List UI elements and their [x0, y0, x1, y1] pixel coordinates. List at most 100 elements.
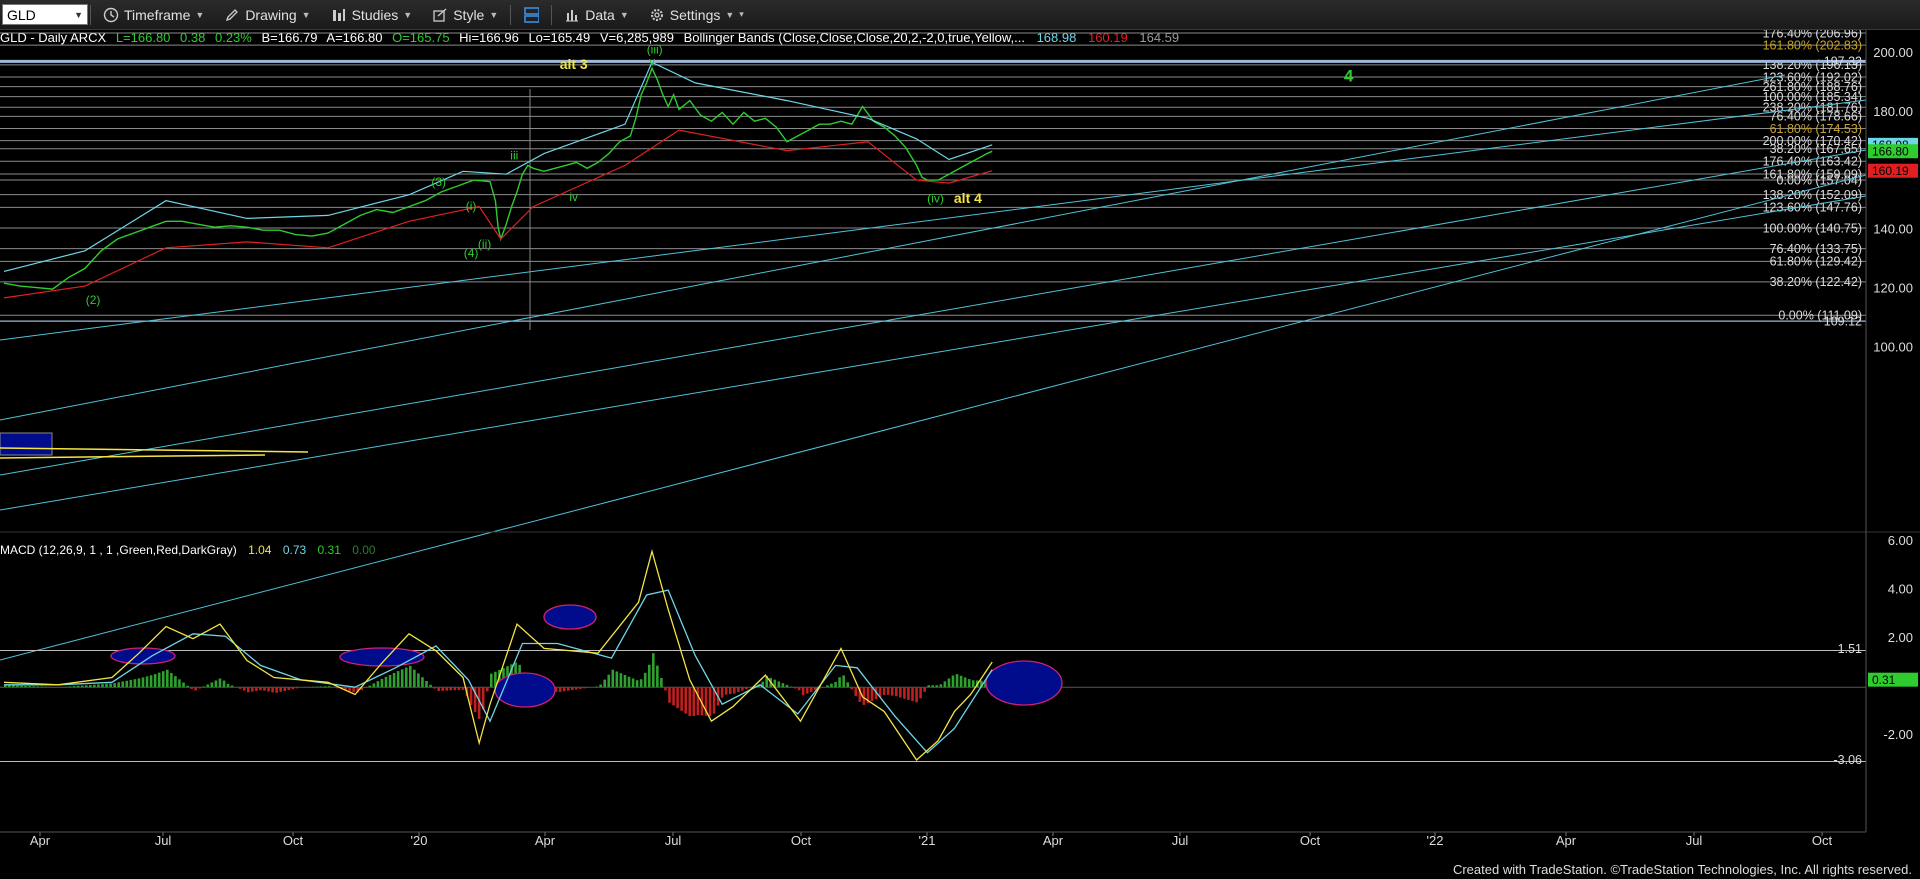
macd-histogram-bar [923, 687, 926, 692]
macd-histogram-bar [947, 678, 951, 688]
macd-histogram-bar [789, 686, 793, 688]
macd-histogram-bar [149, 675, 153, 688]
macd-histogram-bar [433, 687, 436, 689]
macd-histogram-bar [882, 687, 886, 696]
macd-histogram-bar [652, 653, 655, 688]
macd-histogram-bar [275, 687, 278, 693]
macd-histogram-bar [36, 686, 39, 688]
macd-histogram-bar [121, 681, 125, 688]
macd-tag-label: 0.31 [1872, 673, 1896, 687]
toolbar-separator [551, 4, 553, 25]
chart-canvas[interactable]: GLD - Daily ARCX L=166.80 0.38 0.23% B=1… [0, 30, 1920, 862]
fib-level-label: 38.20% (122.42) [1770, 275, 1862, 289]
macd-histogram-bar [919, 687, 922, 699]
macd-histogram-bar [186, 685, 189, 688]
wave-labels: 3alt 5(5)(v)alt 3(iii)v4iii(3)(i)iv(ii)(… [86, 43, 1354, 307]
macd-tick-label: 2.00 [1888, 630, 1913, 645]
macd-histogram-bar [562, 687, 566, 692]
macd-histogram-bar [846, 682, 849, 688]
macd-histogram-bar [692, 687, 696, 716]
price-tick-label: 180.00 [1873, 104, 1913, 119]
macd-histogram-bar [931, 685, 935, 688]
macd-histogram-bar [656, 665, 659, 688]
price-tag-label: 166.80 [1872, 144, 1909, 158]
macd-histogram-bar [388, 674, 392, 688]
macd-histogram-bar [951, 675, 955, 688]
macd-histogram-bar [943, 681, 947, 688]
macd-level-label: 1.51 [1838, 642, 1862, 656]
settings-menu[interactable]: Settings ▼ ▾ [639, 0, 754, 29]
macd-histogram-bar [899, 687, 902, 698]
symbol-selector[interactable]: GLD ▼ [2, 4, 88, 25]
macd-histogram-bar [178, 679, 181, 688]
fib-level-label: 161.80% (202.83) [1763, 38, 1862, 52]
copyright-text: Created with TradeStation. ©TradeStation… [1452, 862, 1912, 877]
data-menu[interactable]: Data ▼ [554, 0, 639, 29]
macd-histogram-bar [40, 686, 44, 688]
macd-histogram-bar [785, 684, 789, 688]
macd-histogram-bar [170, 672, 173, 688]
macd-histogram-bar [113, 683, 116, 688]
macd-histogram-bar [194, 687, 197, 691]
symbol-text: GLD [7, 6, 36, 23]
macd-tick-label: -2.00 [1883, 727, 1913, 742]
gear-icon [649, 7, 665, 23]
macd-histogram-bar [737, 687, 740, 693]
macd-histogram-bar [93, 684, 96, 688]
macd-histogram-bar [89, 684, 92, 688]
timeframe-menu[interactable]: Timeframe ▼ [93, 0, 214, 29]
macd-histogram-bar [579, 687, 582, 689]
wave-label: (ii) [478, 237, 491, 251]
divergence-highlight [494, 672, 556, 708]
macd-histogram-bar [583, 687, 586, 689]
macd-histogram-bar [279, 687, 282, 692]
macd-histogram-bar [907, 687, 910, 700]
macd-histogram-bar [198, 687, 201, 689]
fib-level-label: 61.80% (129.42) [1770, 255, 1862, 269]
layout-button[interactable] [513, 0, 549, 29]
macd-histogram-bar [741, 687, 744, 691]
macd-histogram-bar [202, 686, 206, 688]
macd-histogram-bar [157, 672, 161, 688]
style-label: Style [453, 6, 485, 23]
drawing-menu[interactable]: Drawing ▼ [214, 0, 320, 29]
layout-icon [523, 6, 540, 23]
macd-histogram-bar [850, 687, 854, 690]
macd-histogram-bar [777, 681, 781, 688]
macd-histogram-bar [190, 687, 193, 689]
macd-histogram-bar [805, 687, 809, 694]
macd-histogram-bar [676, 687, 679, 709]
fib-level-label: 123.60% (147.76) [1763, 201, 1862, 215]
studies-menu[interactable]: Studies ▼ [321, 0, 423, 29]
macd-histogram-bar [145, 676, 149, 688]
macd-histogram-bar [396, 671, 400, 688]
macd-histogram-bar [647, 664, 651, 688]
time-axis: Apr Jul Oct '20 Apr Jul Oct '21 Apr Jul Oct '22 Apr J… [0, 831, 1866, 848]
macd-value-3: 0.31 [318, 543, 342, 557]
macd-histogram-bar [271, 687, 274, 693]
style-menu[interactable]: Style ▼ [422, 0, 508, 29]
macd-histogram-bar [696, 687, 700, 715]
macd-histogram-bar [490, 673, 493, 688]
macd-tick-label: 4.00 [1888, 582, 1913, 597]
macd-histogram-bar [72, 686, 76, 688]
annotations [0, 432, 309, 459]
macd-histogram-bar [664, 687, 667, 691]
macd-histogram-bar [404, 667, 408, 688]
macd-value-4: 0.00 [352, 543, 376, 557]
macd-histogram-bar [4, 685, 7, 688]
macd-histogram-bar [939, 684, 943, 688]
macd-histogram-bar [174, 676, 177, 688]
macd-histogram-bar [911, 687, 914, 702]
macd-histogram-bar [733, 687, 736, 694]
fib-level-label: 197.32 [1824, 55, 1862, 69]
macd-histogram-bar [255, 687, 258, 691]
bar-chart-icon [564, 7, 580, 23]
settings-label: Settings [669, 6, 721, 23]
channel-line [0, 99, 1867, 341]
macd-histogram-bar [607, 674, 611, 688]
wave-label: (i) [466, 199, 477, 213]
macd-histogram-bar [287, 687, 291, 691]
wave-label: alt 3 [560, 56, 588, 72]
macd-histogram-bar [291, 687, 295, 690]
